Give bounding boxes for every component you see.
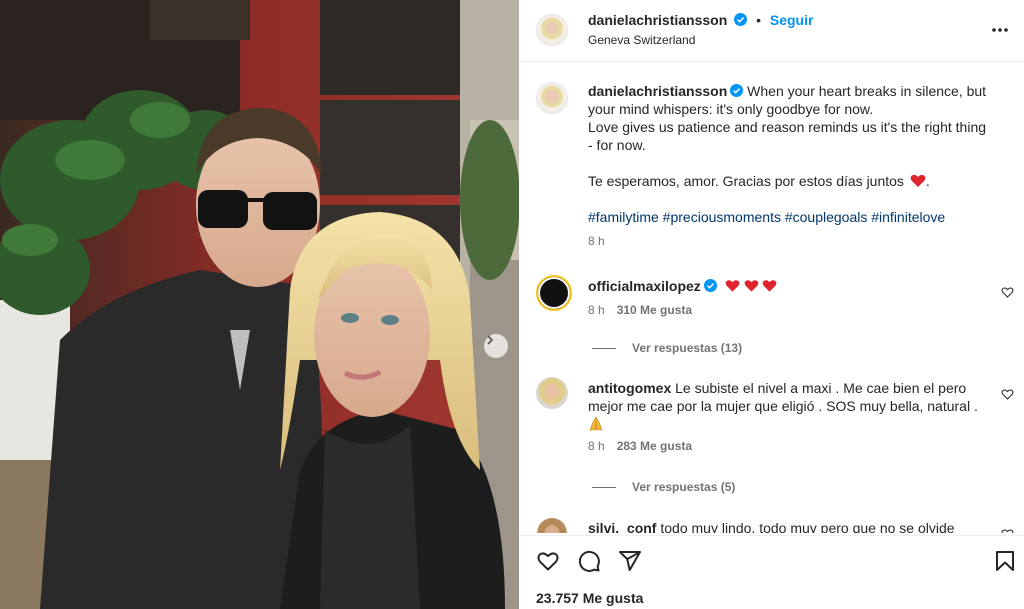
- caption-text-line: your mind whispers: it's only goodbye fo…: [588, 101, 874, 117]
- comment-hearts: [721, 278, 778, 294]
- post-sidebar: danielachristiansson • Seguir Geneva Swi…: [519, 0, 1024, 609]
- caption-hashtags[interactable]: #familytime #preciousmoments #couplegoal…: [588, 208, 1008, 226]
- comment-icon[interactable]: [577, 549, 601, 573]
- heart-outline-icon[interactable]: [1001, 528, 1014, 533]
- replies-divider-line: [592, 348, 616, 350]
- comment-text: mejor me cae por la mujer que eligió . S…: [588, 398, 978, 414]
- comment-time[interactable]: 8 h: [588, 303, 605, 317]
- comment-item: officialmaxilopez 8 h 310 Me gusta: [588, 277, 988, 317]
- selfie-image: [0, 0, 519, 609]
- red-heart-icon: [744, 280, 758, 292]
- share-icon[interactable]: [618, 549, 642, 573]
- bookmark-icon[interactable]: [993, 549, 1017, 573]
- carousel-next-button[interactable]: [484, 334, 508, 358]
- comment-text: todo muy lindo, todo muy pero que no se …: [660, 520, 955, 533]
- comment-avatar[interactable]: [536, 275, 572, 311]
- heart-outline-icon[interactable]: [1001, 388, 1014, 401]
- post-likes-count[interactable]: 23.757 Me gusta: [536, 590, 643, 606]
- caption-text-line: Te esperamos, amor. Gracias por estos dí…: [588, 172, 1008, 190]
- caption-text-line: Love gives us patience and reason remind…: [588, 119, 987, 135]
- separator-dot: •: [756, 12, 761, 28]
- caption-avatar[interactable]: [536, 82, 568, 114]
- verified-badge-icon: [703, 279, 717, 292]
- praying-hands-emoji: [588, 415, 988, 433]
- author-line: danielachristiansson • Seguir: [588, 12, 813, 28]
- verified-badge-icon: [730, 84, 744, 97]
- caption-text-line: - for now.: [588, 137, 646, 153]
- replies-divider-line: [592, 487, 616, 489]
- author-avatar[interactable]: [536, 14, 568, 46]
- caption-time[interactable]: 8 h: [588, 234, 1008, 248]
- comments-list[interactable]: danielachristiansson When your heart bre…: [519, 63, 1024, 533]
- more-options-icon[interactable]: [990, 20, 1010, 40]
- comment-likes[interactable]: 310 Me gusta: [617, 303, 692, 317]
- red-heart-icon: [763, 280, 777, 292]
- view-replies-label: Ver respuestas (13): [632, 341, 743, 355]
- verified-badge-icon: [734, 13, 748, 26]
- chevron-right-icon: [487, 335, 494, 345]
- praying-hands-icon: [589, 416, 603, 431]
- comment-time[interactable]: 8 h: [588, 439, 605, 453]
- post-action-bar: 23.757 Me gusta: [519, 535, 1024, 609]
- comment-username[interactable]: officialmaxilopez: [588, 278, 701, 294]
- view-replies-button[interactable]: Ver respuestas (13): [592, 341, 742, 355]
- comment-username[interactable]: antitogomex: [588, 380, 671, 396]
- caption-period: .: [925, 173, 930, 189]
- author-username[interactable]: danielachristiansson: [588, 12, 727, 28]
- comment-item: silvi._conf todo muy lindo, todo muy per…: [588, 519, 1018, 533]
- comment-text: Le subiste el nivel a maxi . Me cae bien…: [675, 380, 967, 396]
- post-photo[interactable]: [0, 0, 519, 609]
- post-location[interactable]: Geneva Switzerland: [588, 33, 695, 47]
- view-replies-label: Ver respuestas (5): [632, 480, 736, 494]
- caption-spanish-text: Te esperamos, amor. Gracias por estos dí…: [588, 173, 904, 189]
- caption-text-line: When your heart breaks in silence, but: [747, 83, 987, 99]
- red-heart-icon: [725, 280, 740, 292]
- comment-likes[interactable]: 283 Me gusta: [617, 439, 692, 453]
- heart-outline-icon[interactable]: [1001, 286, 1014, 299]
- post-header: danielachristiansson • Seguir Geneva Swi…: [519, 0, 1024, 62]
- comment-avatar[interactable]: [536, 377, 568, 409]
- comment-item: antitogomex Le subiste el nivel a maxi .…: [588, 379, 988, 453]
- comment-username[interactable]: silvi._conf: [588, 520, 656, 533]
- red-heart-icon: [910, 174, 926, 187]
- caption: danielachristiansson When your heart bre…: [588, 82, 1008, 248]
- caption-username[interactable]: danielachristiansson: [588, 83, 727, 99]
- follow-button[interactable]: Seguir: [770, 12, 814, 28]
- heart-outline-icon[interactable]: [536, 549, 560, 573]
- view-replies-button[interactable]: Ver respuestas (5): [592, 480, 735, 494]
- comment-avatar[interactable]: [536, 518, 568, 533]
